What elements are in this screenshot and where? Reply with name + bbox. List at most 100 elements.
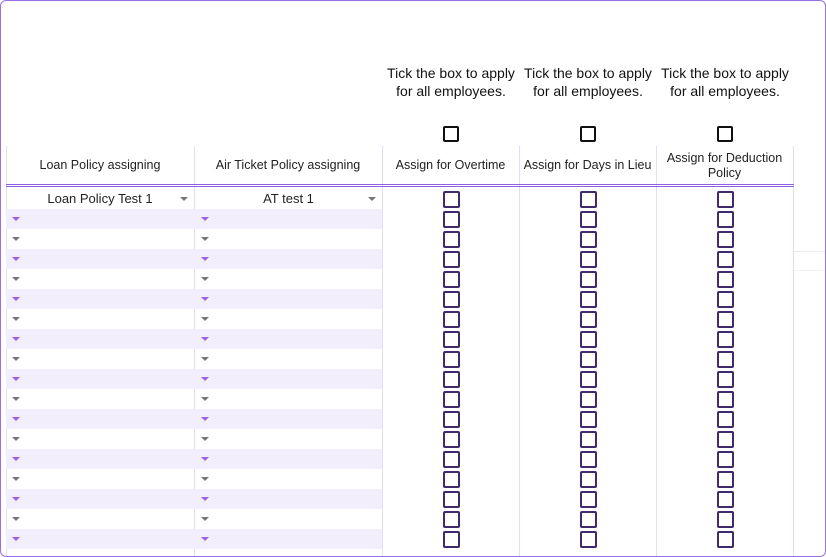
deduction-checkbox[interactable] bbox=[717, 511, 734, 528]
air-ticket-policy-select[interactable] bbox=[195, 489, 382, 509]
dropdown-arrow-icon[interactable] bbox=[201, 357, 209, 361]
loan-policy-select[interactable] bbox=[6, 509, 194, 529]
deduction-checkbox[interactable] bbox=[717, 191, 734, 208]
dropdown-arrow-icon[interactable] bbox=[12, 537, 20, 541]
deduction-checkbox[interactable] bbox=[717, 251, 734, 268]
deduction-checkbox[interactable] bbox=[717, 311, 734, 328]
loan-policy-select[interactable] bbox=[6, 229, 194, 249]
dropdown-arrow-icon[interactable] bbox=[12, 357, 20, 361]
apply-all-deduction-checkbox[interactable] bbox=[717, 126, 733, 142]
dropdown-arrow-icon[interactable] bbox=[201, 297, 209, 301]
dropdown-arrow-icon[interactable] bbox=[12, 417, 20, 421]
air-ticket-policy-select[interactable] bbox=[195, 229, 382, 249]
days-in-lieu-checkbox[interactable] bbox=[580, 451, 597, 468]
air-ticket-policy-select[interactable] bbox=[195, 309, 382, 329]
overtime-checkbox[interactable] bbox=[443, 231, 460, 248]
air-ticket-policy-select[interactable] bbox=[195, 369, 382, 389]
dropdown-arrow-icon[interactable] bbox=[12, 317, 20, 321]
dropdown-arrow-icon[interactable] bbox=[201, 277, 209, 281]
air-ticket-policy-select[interactable] bbox=[195, 329, 382, 349]
days-in-lieu-checkbox[interactable] bbox=[580, 271, 597, 288]
deduction-checkbox[interactable] bbox=[717, 391, 734, 408]
deduction-checkbox[interactable] bbox=[717, 331, 734, 348]
loan-policy-select[interactable] bbox=[6, 209, 194, 229]
air-ticket-policy-select[interactable] bbox=[195, 409, 382, 429]
dropdown-arrow-icon[interactable] bbox=[201, 397, 209, 401]
deduction-checkbox[interactable] bbox=[717, 491, 734, 508]
dropdown-arrow-icon[interactable] bbox=[12, 377, 20, 381]
deduction-checkbox[interactable] bbox=[717, 471, 734, 488]
air-ticket-policy-select[interactable] bbox=[195, 509, 382, 529]
deduction-checkbox[interactable] bbox=[717, 431, 734, 448]
loan-policy-select[interactable]: Loan Policy Test 1 bbox=[6, 189, 194, 209]
days-in-lieu-checkbox[interactable] bbox=[580, 191, 597, 208]
dropdown-arrow-icon[interactable] bbox=[201, 537, 209, 541]
apply-all-overtime-checkbox[interactable] bbox=[443, 126, 459, 142]
days-in-lieu-checkbox[interactable] bbox=[580, 371, 597, 388]
days-in-lieu-checkbox[interactable] bbox=[580, 231, 597, 248]
dropdown-arrow-icon[interactable] bbox=[12, 217, 20, 221]
days-in-lieu-checkbox[interactable] bbox=[580, 471, 597, 488]
air-ticket-policy-select[interactable] bbox=[195, 469, 382, 489]
dropdown-arrow-icon[interactable] bbox=[12, 237, 20, 241]
dropdown-arrow-icon[interactable] bbox=[12, 477, 20, 481]
overtime-checkbox[interactable] bbox=[443, 431, 460, 448]
overtime-checkbox[interactable] bbox=[443, 271, 460, 288]
dropdown-arrow-icon[interactable] bbox=[12, 457, 20, 461]
overtime-checkbox[interactable] bbox=[443, 471, 460, 488]
loan-policy-select[interactable] bbox=[6, 269, 194, 289]
days-in-lieu-checkbox[interactable] bbox=[580, 491, 597, 508]
dropdown-arrow-icon[interactable] bbox=[201, 497, 209, 501]
overtime-checkbox[interactable] bbox=[443, 311, 460, 328]
deduction-checkbox[interactable] bbox=[717, 451, 734, 468]
days-in-lieu-checkbox[interactable] bbox=[580, 391, 597, 408]
dropdown-arrow-icon[interactable] bbox=[180, 197, 188, 201]
dropdown-arrow-icon[interactable] bbox=[201, 377, 209, 381]
air-ticket-policy-select[interactable] bbox=[195, 289, 382, 309]
dropdown-arrow-icon[interactable] bbox=[201, 477, 209, 481]
deduction-checkbox[interactable] bbox=[717, 211, 734, 228]
overtime-checkbox[interactable] bbox=[443, 451, 460, 468]
days-in-lieu-checkbox[interactable] bbox=[580, 291, 597, 308]
overtime-checkbox[interactable] bbox=[443, 511, 460, 528]
dropdown-arrow-icon[interactable] bbox=[12, 277, 20, 281]
dropdown-arrow-icon[interactable] bbox=[12, 437, 20, 441]
apply-all-days-in-lieu-checkbox[interactable] bbox=[580, 126, 596, 142]
dropdown-arrow-icon[interactable] bbox=[201, 457, 209, 461]
overtime-checkbox[interactable] bbox=[443, 371, 460, 388]
overtime-checkbox[interactable] bbox=[443, 251, 460, 268]
deduction-checkbox[interactable] bbox=[717, 291, 734, 308]
overtime-checkbox[interactable] bbox=[443, 411, 460, 428]
days-in-lieu-checkbox[interactable] bbox=[580, 511, 597, 528]
loan-policy-select[interactable] bbox=[6, 309, 194, 329]
overtime-checkbox[interactable] bbox=[443, 351, 460, 368]
overtime-checkbox[interactable] bbox=[443, 491, 460, 508]
dropdown-arrow-icon[interactable] bbox=[12, 517, 20, 521]
loan-policy-select[interactable] bbox=[6, 489, 194, 509]
loan-policy-select[interactable] bbox=[6, 389, 194, 409]
loan-policy-select[interactable] bbox=[6, 469, 194, 489]
overtime-checkbox[interactable] bbox=[443, 391, 460, 408]
air-ticket-policy-select[interactable] bbox=[195, 249, 382, 269]
air-ticket-policy-select[interactable] bbox=[195, 529, 382, 549]
dropdown-arrow-icon[interactable] bbox=[201, 437, 209, 441]
days-in-lieu-checkbox[interactable] bbox=[580, 531, 597, 548]
loan-policy-select[interactable] bbox=[6, 409, 194, 429]
deduction-checkbox[interactable] bbox=[717, 411, 734, 428]
loan-policy-select[interactable] bbox=[6, 349, 194, 369]
days-in-lieu-checkbox[interactable] bbox=[580, 211, 597, 228]
deduction-checkbox[interactable] bbox=[717, 271, 734, 288]
overtime-checkbox[interactable] bbox=[443, 331, 460, 348]
days-in-lieu-checkbox[interactable] bbox=[580, 431, 597, 448]
air-ticket-policy-select[interactable] bbox=[195, 209, 382, 229]
deduction-checkbox[interactable] bbox=[717, 351, 734, 368]
dropdown-arrow-icon[interactable] bbox=[12, 297, 20, 301]
dropdown-arrow-icon[interactable] bbox=[201, 417, 209, 421]
days-in-lieu-checkbox[interactable] bbox=[580, 331, 597, 348]
loan-policy-select[interactable] bbox=[6, 369, 194, 389]
air-ticket-policy-select[interactable] bbox=[195, 449, 382, 469]
overtime-checkbox[interactable] bbox=[443, 291, 460, 308]
overtime-checkbox[interactable] bbox=[443, 211, 460, 228]
deduction-checkbox[interactable] bbox=[717, 371, 734, 388]
overtime-checkbox[interactable] bbox=[443, 531, 460, 548]
